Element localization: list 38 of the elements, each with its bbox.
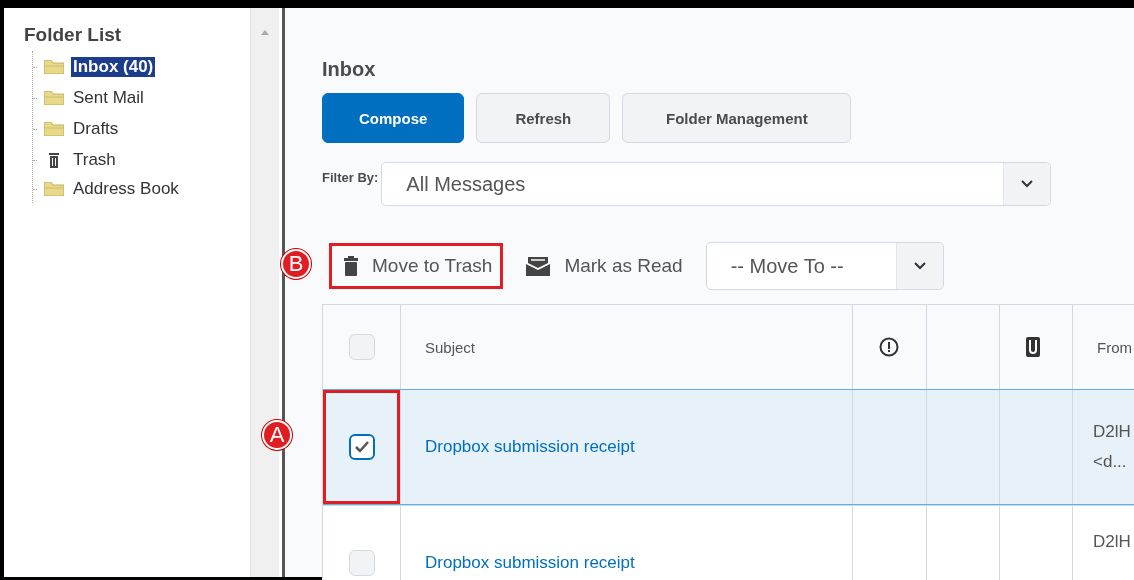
filter-label: Filter By: <box>322 169 379 185</box>
folder-item[interactable]: Inbox (40) <box>71 57 156 77</box>
folder-item[interactable]: Sent Mail <box>71 88 146 108</box>
caret-icon <box>1021 180 1034 188</box>
trash-icon <box>344 256 358 276</box>
page-title: Inbox <box>322 58 377 81</box>
folder-icon <box>44 122 64 136</box>
action-button[interactable]: Refresh <box>476 93 611 143</box>
select-all-checkbox[interactable] <box>348 334 375 360</box>
sidebar-title: Folder List <box>24 24 123 46</box>
subject-link[interactable]: Dropbox submission receipt <box>425 437 635 457</box>
paperclip-icon[interactable] <box>1026 337 1040 357</box>
folder-item[interactable]: Trash <box>71 150 118 170</box>
callout-marker: B <box>281 249 311 279</box>
column-header[interactable]: From <box>1097 338 1132 356</box>
caret-icon <box>913 262 926 270</box>
sender-text: D2lH <box>1093 532 1131 552</box>
column-header[interactable]: Subject <box>425 338 476 356</box>
toolbar-action[interactable]: Mark as Read <box>511 243 694 289</box>
filter-select[interactable]: All Messages <box>381 162 1052 206</box>
exclamation-circle-icon[interactable] <box>879 337 899 357</box>
folder-item[interactable]: Drafts <box>71 119 121 139</box>
sender-text: <d... <box>1093 452 1127 472</box>
message-row[interactable]: Dropbox submission receipt D2lH <box>323 505 1134 580</box>
move-to-select[interactable]: -- Move To -- <box>705 242 944 290</box>
toolbar-action[interactable]: Move to Trash <box>329 243 504 289</box>
action-button[interactable]: Folder Management <box>622 93 852 143</box>
folder-icon <box>44 60 64 74</box>
callout-marker: A <box>262 420 292 450</box>
checkmark-icon <box>354 441 369 453</box>
envelope-stack-icon <box>526 255 551 277</box>
sender-text: D2lH <box>1093 422 1131 442</box>
action-button[interactable]: Compose <box>322 93 465 143</box>
folder-item[interactable]: Address Book <box>71 179 181 199</box>
folder-icon <box>44 182 64 196</box>
folder-icon <box>44 91 64 105</box>
row-checkbox[interactable] <box>348 434 375 460</box>
subject-link[interactable]: Dropbox submission receipt <box>425 553 635 573</box>
